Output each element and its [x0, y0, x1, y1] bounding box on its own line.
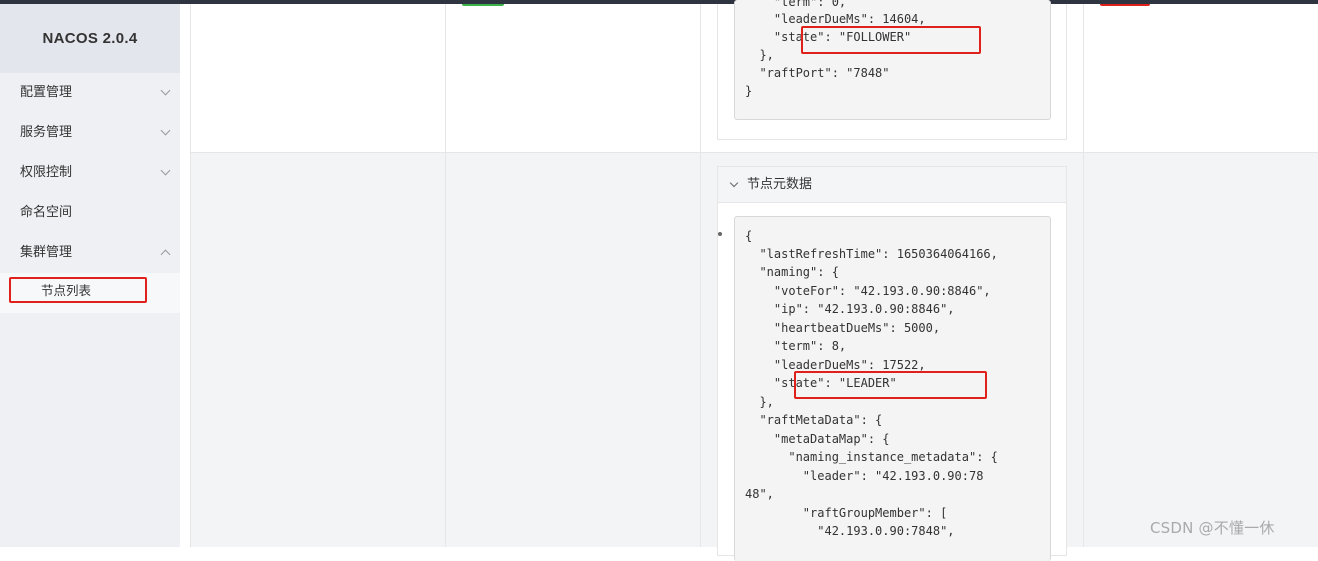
sidebar-item-permission[interactable]: 权限控制: [0, 153, 180, 193]
code-line: 48",: [745, 487, 774, 501]
code-line: "ip": "42.193.0.90:8846",: [745, 302, 955, 316]
code-line: "raftGroupMember": [: [745, 506, 948, 520]
sidebar-item-label: 命名空间: [20, 205, 73, 220]
metadata-panel: 节点元数据 { "lastRefreshTime": 1650364064166…: [717, 166, 1067, 561]
code-line: "42.193.0.90:7848",: [745, 524, 955, 538]
code-line: "voteFor": "42.193.0.90:8846",: [745, 284, 991, 298]
code-line: "metaDataMap": {: [745, 432, 890, 446]
sidebar-item-cluster[interactable]: 集群管理: [0, 233, 180, 273]
panel-title: 节点元数据: [747, 177, 813, 192]
metadata-code-block: "term": 0, "leaderDueMs": 14604, "state"…: [734, 0, 1051, 120]
code-line: "lastRefreshTime": 1650364064166,: [745, 247, 998, 261]
chevron-down-icon: [160, 165, 171, 176]
code-line: "raftMetaData": {: [745, 413, 883, 427]
code-line: "naming_instance_metadata": {: [745, 450, 998, 464]
node-table: "term": 0, "leaderDueMs": 14604, "state"…: [190, 0, 1318, 561]
watermark: CSDN @不懂一休: [1150, 519, 1275, 537]
status-badge: [462, 4, 504, 6]
code-line: "term": 8,: [745, 339, 847, 353]
chevron-up-icon: [160, 249, 171, 260]
panel-header[interactable]: 节点元数据: [718, 167, 1066, 203]
sidebar-item-service[interactable]: 服务管理: [0, 113, 180, 153]
sidebar: NACOS 2.0.4 配置管理 服务管理 权限控制 命名空间 集群管理 节点列…: [0, 4, 180, 547]
chevron-down-icon: [160, 125, 171, 136]
brand-logo: NACOS 2.0.4: [0, 4, 180, 73]
column-divider: [445, 4, 446, 547]
highlight-box: [801, 26, 981, 54]
code-line: },: [745, 48, 774, 62]
code-line: "leader": "42.193.0.90:78: [745, 469, 984, 483]
sidebar-item-label: 服务管理: [20, 125, 73, 140]
sidebar-item-config[interactable]: 配置管理: [0, 73, 180, 113]
highlight-box: [794, 371, 987, 399]
sidebar-item-node-list[interactable]: 节点列表: [9, 277, 147, 303]
metadata-panel: "term": 0, "leaderDueMs": 14604, "state"…: [717, 0, 1067, 140]
column-divider: [190, 4, 191, 547]
code-line: "heartbeatDueMs": 5000,: [745, 321, 941, 335]
row-divider: [190, 152, 1318, 153]
code-line: }: [745, 84, 753, 98]
code-line: "naming": {: [745, 265, 839, 279]
chevron-down-icon: [729, 178, 739, 188]
metadata-code-block: { "lastRefreshTime": 1650364064166, "nam…: [734, 216, 1051, 561]
column-divider: [1083, 4, 1084, 547]
code-line: {: [745, 229, 753, 243]
list-bullet: [718, 232, 722, 236]
column-divider: [700, 4, 701, 547]
sidebar-item-label: 集群管理: [20, 245, 73, 260]
sidebar-menu: 配置管理 服务管理 权限控制 命名空间 集群管理 节点列表: [0, 73, 180, 313]
chevron-down-icon: [160, 85, 171, 96]
code-line: },: [745, 395, 774, 409]
sidebar-item-label: 权限控制: [20, 165, 73, 180]
code-line: "raftPort": "7848": [745, 66, 890, 80]
action-badge: [1100, 4, 1150, 6]
sidebar-submenu: 节点列表: [0, 273, 180, 313]
sidebar-item-namespace[interactable]: 命名空间: [0, 193, 180, 233]
sidebar-item-label: 配置管理: [20, 85, 73, 100]
